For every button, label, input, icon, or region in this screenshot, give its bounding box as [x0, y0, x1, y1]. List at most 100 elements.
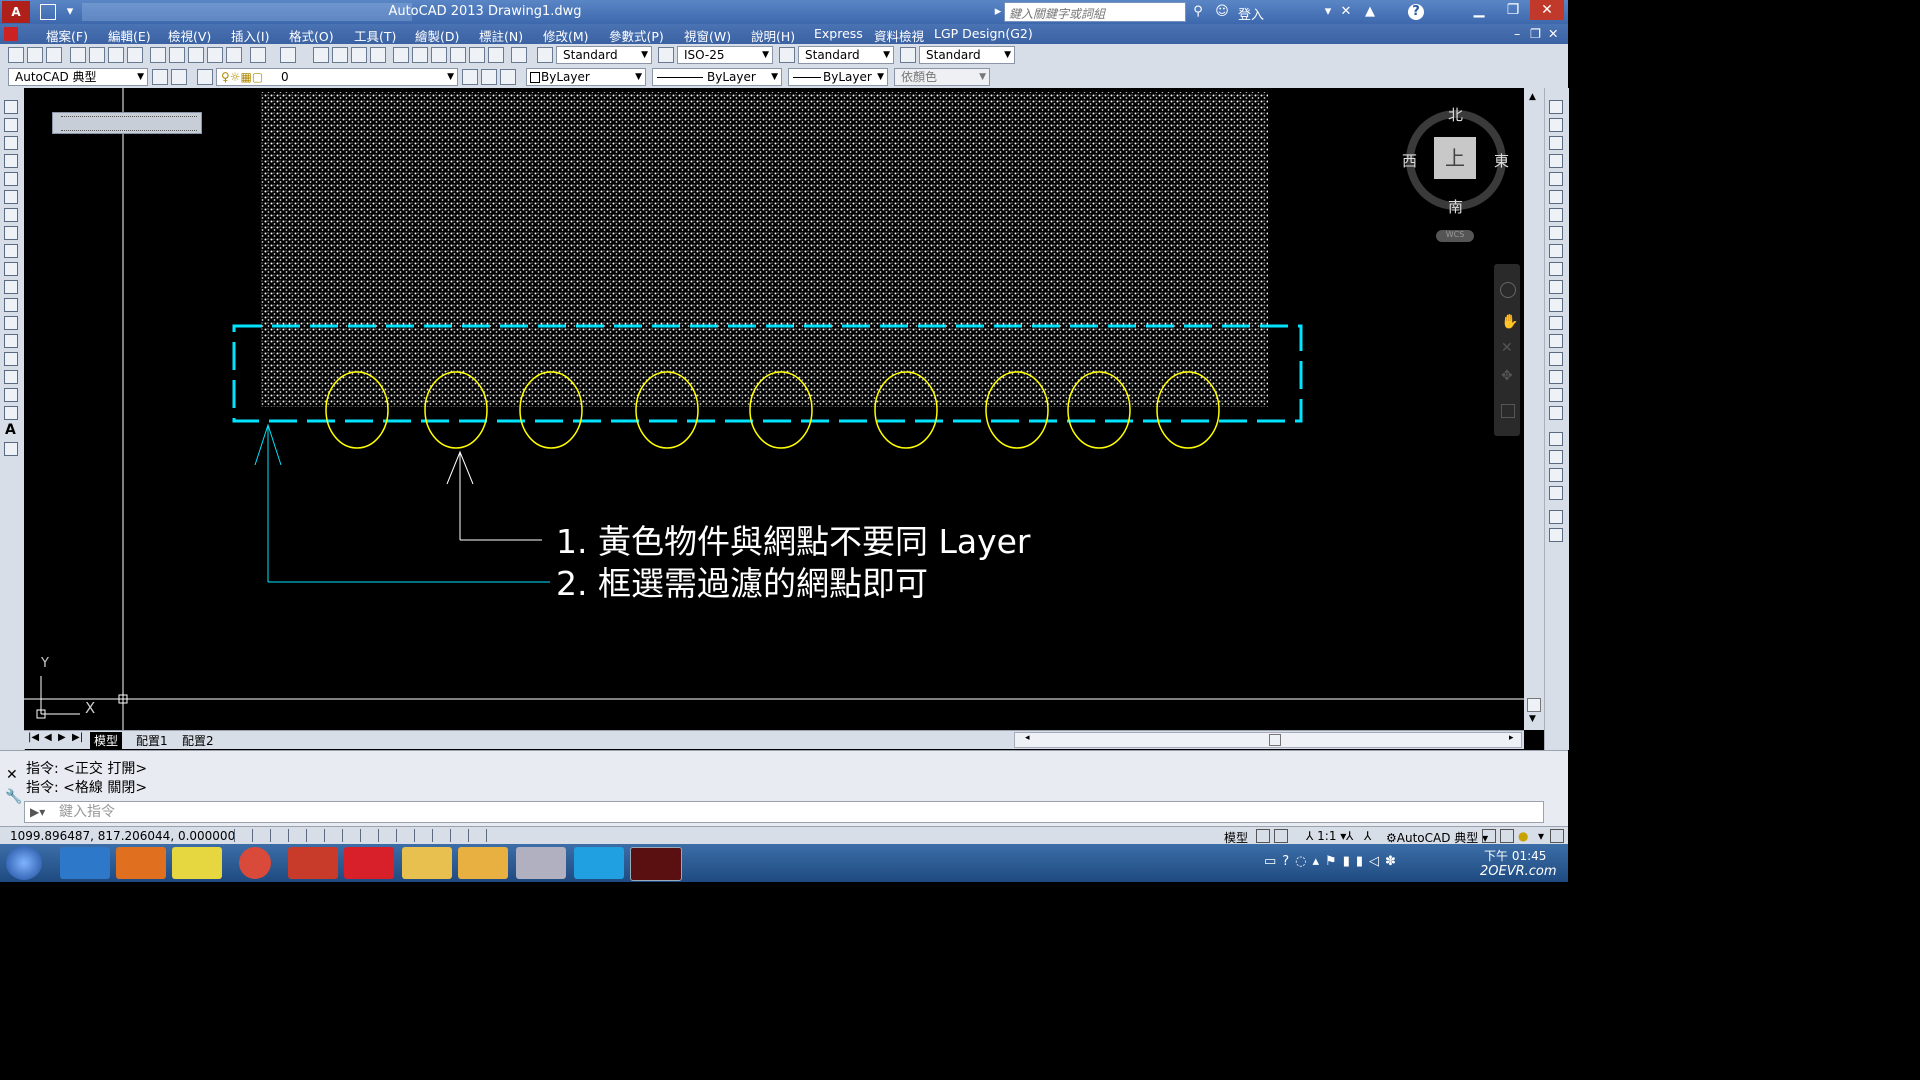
table-style-icon[interactable]	[779, 47, 795, 63]
redo-icon[interactable]	[280, 47, 296, 63]
drafting-toggles[interactable]	[234, 829, 500, 842]
draworder-above-icon[interactable]	[1549, 468, 1563, 482]
plot-preview-icon[interactable]	[89, 47, 105, 63]
publish-icon[interactable]	[108, 47, 124, 63]
clock[interactable]: 下午 01:45	[1484, 847, 1546, 864]
menu-insert[interactable]: 插入(I)	[231, 26, 269, 45]
rectangle-icon[interactable]	[4, 172, 18, 186]
menu-view[interactable]: 檢視(V)	[168, 26, 211, 45]
command-prompt-icon[interactable]: ▶▾	[30, 805, 45, 819]
mirror-icon[interactable]	[1549, 136, 1563, 150]
cut-icon[interactable]	[150, 47, 166, 63]
annotation-autoscale-icon[interactable]: ⅄	[1364, 829, 1371, 843]
point-icon[interactable]	[4, 334, 18, 348]
compass-north[interactable]: 北	[1448, 104, 1463, 125]
menu-data-view[interactable]: 資料檢視	[874, 26, 924, 45]
construction-line-icon[interactable]	[4, 118, 18, 132]
hscroll-left-icon[interactable]: ◂	[1025, 733, 1030, 743]
login-label[interactable]: 登入	[1238, 4, 1264, 23]
command-close-icon[interactable]: ✕	[6, 767, 18, 783]
break-at-point-icon[interactable]	[1549, 298, 1563, 312]
tab-first-icon[interactable]: |◀	[28, 732, 39, 743]
zoom-previous-icon[interactable]	[370, 47, 386, 63]
break-icon[interactable]	[1549, 316, 1563, 330]
fillet-icon[interactable]	[1549, 370, 1563, 384]
autocad-task-icon[interactable]	[630, 847, 682, 881]
doc-close-icon[interactable]: ✕	[1548, 26, 1558, 41]
quickview-drawings-icon[interactable]	[1274, 829, 1288, 843]
binoculars-icon[interactable]: ⚲	[1190, 4, 1206, 20]
coordinate-readout[interactable]: 1099.896487, 817.206044, 0.000000	[10, 829, 235, 843]
new-file-icon[interactable]	[8, 47, 24, 63]
chrome-icon[interactable]	[239, 847, 271, 879]
workspace-customize-icon[interactable]	[171, 69, 187, 85]
tab-model[interactable]: 模型	[90, 732, 123, 749]
tab-layout2[interactable]: 配置2	[178, 732, 218, 749]
tool-palettes-icon[interactable]	[431, 47, 447, 63]
extend-icon[interactable]	[1549, 280, 1563, 294]
open-file-icon[interactable]	[27, 47, 43, 63]
mtext-icon[interactable]: A	[5, 422, 16, 438]
skype-icon[interactable]	[574, 847, 624, 879]
close-icon[interactable]: ✕	[1530, 0, 1564, 20]
polyline-icon[interactable]	[4, 136, 18, 150]
compass-east[interactable]: 東	[1494, 150, 1509, 171]
steering-wheel-icon[interactable]	[1500, 282, 1516, 298]
mail-icon[interactable]	[458, 847, 508, 879]
zoom-window-icon[interactable]	[351, 47, 367, 63]
drawing-canvas[interactable]: 1. 黃色物件與網點不要同 Layer 2. 框選需過濾的網點即可 Y X 上 …	[24, 88, 1524, 730]
gradient-icon[interactable]	[4, 370, 18, 384]
compass-south[interactable]: 南	[1448, 196, 1463, 217]
menu-lgp-design[interactable]: LGP Design(G2)	[934, 26, 1033, 41]
sticky-notes-icon[interactable]	[172, 847, 222, 879]
hscroll-right-icon[interactable]: ▸	[1509, 733, 1514, 743]
layer-states-icon[interactable]	[500, 69, 516, 85]
menu-help[interactable]: 說明(H)	[751, 26, 795, 45]
menu-draw[interactable]: 繪製(D)	[415, 26, 459, 45]
scroll-down-icon[interactable]: ▼	[1529, 714, 1536, 724]
copy-icon[interactable]	[169, 47, 185, 63]
layer-properties-icon[interactable]	[197, 69, 213, 85]
workspace-combo[interactable]: AutoCAD 典型 ▼	[8, 68, 148, 86]
tab-next-icon[interactable]: ▶	[58, 732, 66, 743]
arc-icon[interactable]	[4, 190, 18, 204]
minimize-icon[interactable]: ▁	[1462, 0, 1496, 20]
layer-combo[interactable]: ♀☼▦▢ 0 ▼	[216, 68, 458, 86]
draworder-under-icon[interactable]	[1549, 486, 1563, 500]
media-player-icon[interactable]	[116, 847, 166, 879]
make-current-layer-icon[interactable]	[462, 69, 478, 85]
blend-curves-icon[interactable]	[1549, 388, 1563, 402]
sheet-set-icon[interactable]	[450, 47, 466, 63]
menu-app-icon[interactable]	[4, 27, 18, 41]
menu-parametric[interactable]: 參數式(P)	[609, 26, 664, 45]
paste-icon[interactable]	[188, 47, 204, 63]
polygon-icon[interactable]	[4, 154, 18, 168]
tab-layout1[interactable]: 配置1	[132, 732, 172, 749]
wcs-menu[interactable]: WCS	[1436, 230, 1474, 242]
isolate-objects-icon[interactable]: ●	[1518, 829, 1528, 843]
add-selected-icon[interactable]	[4, 442, 18, 456]
help-toolbar-icon[interactable]	[511, 47, 527, 63]
navigation-bar[interactable]: ✋ ✕ ✥	[1494, 264, 1520, 436]
properties-icon[interactable]	[393, 47, 409, 63]
linetype-combo[interactable]: ByLayer ▼	[652, 68, 782, 86]
login-dropdown-icon[interactable]: ▾	[1320, 4, 1336, 20]
file-explorer-icon[interactable]	[402, 847, 452, 879]
exchange-icon[interactable]: ✕	[1338, 4, 1354, 20]
3d-dwf-icon[interactable]	[127, 47, 143, 63]
pan-icon[interactable]	[313, 47, 329, 63]
viewcube-top-face[interactable]: 上	[1434, 137, 1476, 179]
floating-view-toolbar[interactable]	[52, 112, 202, 134]
plot-icon[interactable]	[70, 47, 86, 63]
color-combo[interactable]: ByLayer ▼	[526, 68, 646, 86]
lineweight-combo[interactable]: ByLayer ▼	[788, 68, 888, 86]
block-editor-icon[interactable]	[226, 47, 242, 63]
revision-cloud-icon[interactable]	[4, 226, 18, 240]
zoom-realtime-icon[interactable]	[332, 47, 348, 63]
annotation-visibility-icon[interactable]: ⅄	[1346, 829, 1353, 843]
command-settings-icon[interactable]: 🔧	[5, 789, 22, 805]
search-input[interactable]: 鍵入關鍵字或詞組	[1004, 2, 1186, 22]
status-menu-icon[interactable]: ▾	[1538, 829, 1544, 843]
maximize-icon[interactable]: ❐	[1496, 0, 1530, 20]
view-toolbar-buttons[interactable]	[61, 116, 197, 131]
